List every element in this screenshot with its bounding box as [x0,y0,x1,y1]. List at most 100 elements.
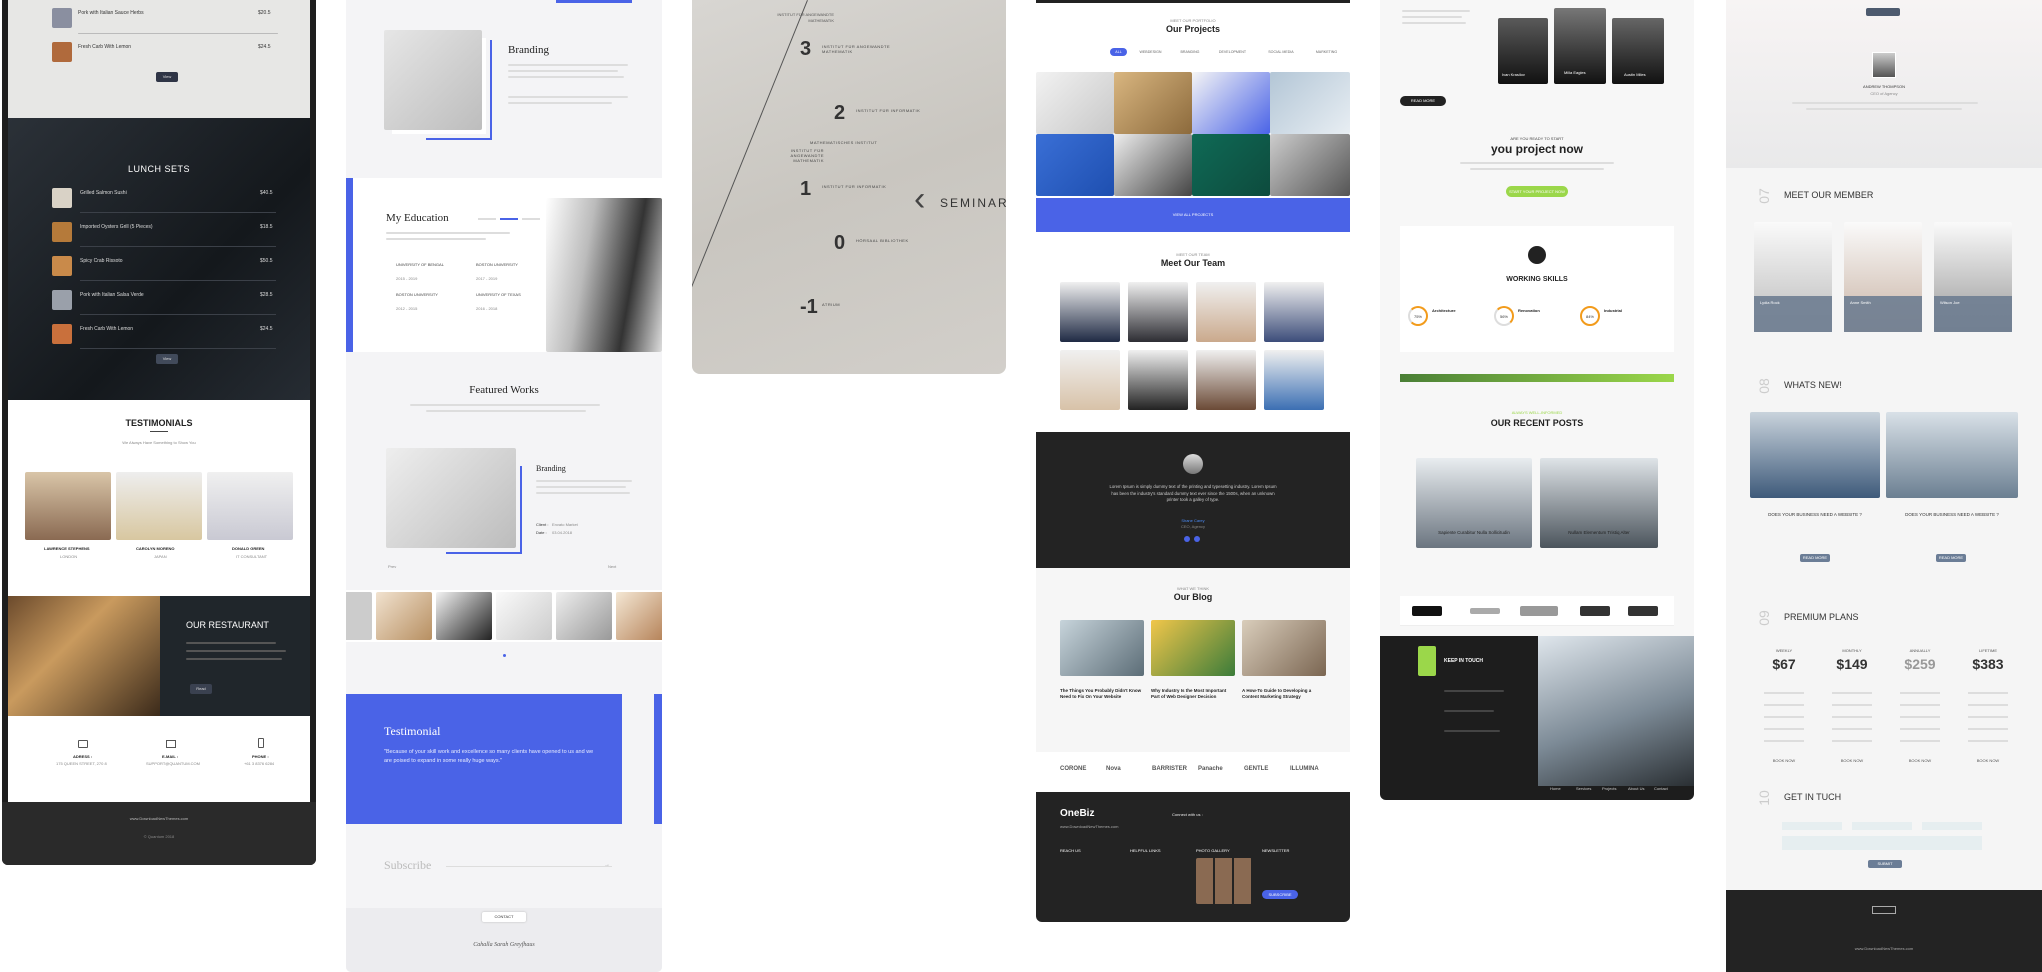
logo-icon [1872,906,1896,914]
message-field[interactable] [1782,836,1982,850]
work-thumb [496,592,552,640]
contact-footer: CONTACT Cahalla Sarah Greyfhaus [346,908,662,972]
read-more-button[interactable]: READ MORE [1400,96,1446,106]
skill-ring: 56% [1494,306,1514,326]
read-more-button[interactable]: READ MORE [1936,554,1966,562]
post-title[interactable]: Sapiente Curabitur Nulla Sollicitudin [1416,530,1532,535]
plan-feature [1832,740,1872,742]
hire-button[interactable] [1866,8,1900,16]
menu-item-name: Imported Oysters Grill (5 Pieces) [80,224,153,230]
avatar [1183,454,1203,474]
slider-dot[interactable] [503,654,506,657]
subscribe-underline[interactable] [446,866,612,867]
footer-site[interactable]: www.DownloadNewThemes.com [1726,946,2042,951]
next-link[interactable]: Next [608,564,616,569]
dish-thumb [52,8,72,28]
plan-name: WEEKLY [1775,648,1793,653]
team-member-photo [1060,350,1120,410]
footer-col-title: PHOTO GALLERY [1196,848,1230,853]
prev-link[interactable]: Prev [388,564,396,569]
team-member-photo [1060,282,1120,342]
view-menu-button[interactable]: View [156,72,178,82]
book-now-button[interactable]: BOOK NOW [1968,758,2008,763]
news-photo [1886,412,2018,498]
filter-tab[interactable]: MARKETING [1309,48,1344,56]
view-lunch-button[interactable]: View [156,354,178,364]
news-item-title[interactable]: DOES YOUR BUSINESS NEED A WEBSITE ? [1886,512,2018,517]
restaurant-read-button[interactable]: Read [190,684,212,694]
name-field[interactable] [1782,822,1842,830]
skills-title: WORKING SKILLS [1506,276,1568,283]
book-now-button[interactable]: BOOK NOW [1900,758,1940,763]
work-thumb [556,592,612,640]
member-title: MEET OUR MEMBER [1784,190,1874,200]
footer-site[interactable]: www.DownloadNewThemes.com [2,816,316,821]
footer-site[interactable]: www.DownloadNewThemes.com [1060,824,1118,829]
nav-link[interactable]: Services [1576,786,1591,791]
blog-thumb [1242,620,1326,676]
member-number: 07 [1755,188,1772,204]
plan-feature [1832,692,1872,694]
sign-text: MATHEMATISCHES INSTITUT [810,140,878,145]
work-thumb [436,592,492,640]
plan-feature [1900,704,1940,706]
plan-name: ANNUALLY [1909,648,1931,653]
nav-link[interactable]: Home [1550,786,1561,791]
restaurant-footer: www.DownloadNewThemes.com © Quantum 2018 [2,802,316,865]
brand-logo: CORONE [1060,766,1087,772]
blog-post-title[interactable]: The Things You Probably Didn't Know Need… [1060,688,1144,700]
project-thumb [1270,72,1350,134]
brand-logo: Panache [1198,766,1223,772]
touch-title: GET IN TUCH [1784,792,1842,802]
book-now-button[interactable]: BOOK NOW [1764,758,1804,763]
subscribe-button[interactable]: SUBSCRIBE [1262,890,1298,899]
contact-button[interactable]: CONTACT [482,912,526,922]
agency-logo[interactable]: OneBiz [1060,808,1094,819]
nav-link[interactable]: About Us [1628,786,1644,791]
person-photo [25,472,111,540]
filter-tab[interactable]: DEVELOPMENT [1212,48,1253,56]
touch-section: KEEP IN TOUCH Home Services Projects About … [1380,636,1694,800]
submit-button[interactable]: SUBMIT [1868,860,1902,868]
dish-thumb [52,256,72,276]
date-label: Date : [536,530,547,535]
author-avatar [1872,52,1896,78]
plans-title: PREMIUM PLANS [1784,612,1859,622]
start-project-button[interactable]: START YOUR PROJECT NOW [1506,186,1568,197]
education-years: 2015 - 2019 [396,276,418,281]
filter-tab[interactable]: SOCIAL MEDIA [1259,48,1303,56]
projects-kicker: MEET OUR PORTFOLIO [1170,18,1216,23]
slider-dot[interactable] [1194,536,1200,542]
nav-link[interactable]: Contact [1654,786,1668,791]
view-projects-bar[interactable]: VIEW ALL PROJECTS [1036,198,1350,232]
plan-name: MONTHLY [1842,648,1862,653]
footer-copyright: © Quantum 2018 [143,834,175,839]
post-title[interactable]: Nullam Elementum Tristiq Alter [1540,530,1658,535]
portrait-photo [546,198,662,352]
news-item-title[interactable]: DOES YOUR BUSINESS NEED A WEBSITE ? [1750,512,1880,517]
cta-title: you project now [1490,142,1583,156]
arrow-right-icon[interactable]: → [604,862,610,868]
view-projects-link[interactable]: VIEW ALL PROJECTS [1036,212,1350,217]
read-more-button[interactable]: READ MORE [1800,554,1830,562]
filter-tab[interactable]: BRANDING [1174,48,1206,56]
dish-thumb [52,188,72,208]
filter-tab[interactable]: ALL [1110,48,1127,56]
projects-title: Our Projects [1165,24,1221,34]
blog-post-title[interactable]: Why Industry Is the Most Important Part … [1151,688,1235,700]
filter-tab[interactable]: WEBDESIGN [1133,48,1168,56]
subject-field[interactable] [1922,822,1982,830]
education-school: UNIVERSITY OF TEXAS [476,292,521,297]
slider-dot[interactable] [1184,536,1190,542]
brand-logo: Nova [1106,766,1121,772]
plans-number: 09 [1755,610,1772,626]
divider [80,348,276,349]
education-years: 2016 - 2018 [476,306,498,311]
team-member-name: Ivan Krasilov [1502,72,1525,77]
blog-post-title[interactable]: A How-To Guide to Developing a Content M… [1242,688,1326,700]
nav-link[interactable]: Projects [1602,786,1616,791]
menu-item-price: $18.5 [260,224,273,230]
book-now-button[interactable]: BOOK NOW [1832,758,1872,763]
plan-name: LIFETIME [1978,648,1997,653]
email-field[interactable] [1852,822,1912,830]
